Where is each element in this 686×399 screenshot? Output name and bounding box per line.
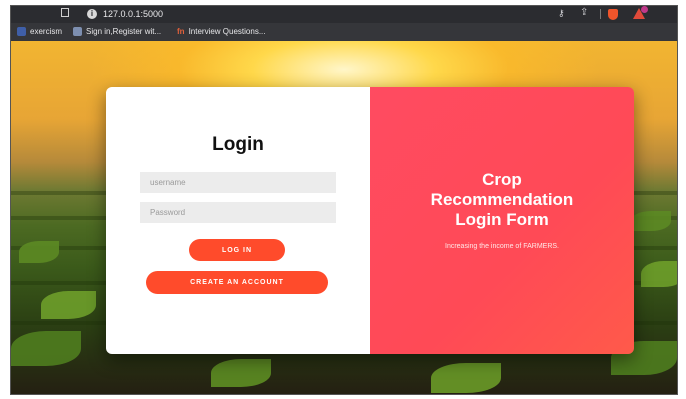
brave-shield-icon[interactable] xyxy=(608,9,618,20)
login-button[interactable]: LOG IN xyxy=(189,239,285,261)
browser-window: i 127.0.0.1:5000 ⚷ ⇪ exercism Sign in,Re… xyxy=(10,5,678,395)
hero-title-line: Crop xyxy=(482,170,522,189)
toolbar-divider xyxy=(600,9,601,19)
bookmarks-bar: exercism Sign in,Register wit... fn Inte… xyxy=(11,23,677,41)
tab-overview-icon[interactable] xyxy=(61,8,69,17)
bookmark-interview-questions[interactable]: fn Interview Questions... xyxy=(177,27,265,36)
page-background: Login LOG IN CREATE AN ACCOUNT Crop Reco… xyxy=(11,41,677,394)
interview-site-icon: fn xyxy=(177,27,185,36)
login-panel: Login LOG IN CREATE AN ACCOUNT xyxy=(106,87,370,354)
hero-title-line: Recommendation xyxy=(430,190,574,209)
leaf xyxy=(211,359,271,387)
hero-panel: Crop Recommendation Login Form Increasin… xyxy=(370,87,634,354)
bookmark-exercism[interactable]: exercism xyxy=(17,27,62,36)
username-input[interactable] xyxy=(140,172,336,193)
url-text[interactable]: 127.0.0.1:5000 xyxy=(103,9,163,19)
site-info-icon[interactable]: i xyxy=(87,9,97,19)
hero-subtitle: Increasing the income of FARMERS. xyxy=(445,243,559,250)
leaf xyxy=(631,211,671,231)
login-card: Login LOG IN CREATE AN ACCOUNT Crop Reco… xyxy=(106,87,634,354)
address-bar: i 127.0.0.1:5000 ⚷ ⇪ xyxy=(11,6,677,23)
hero-title: Crop Recommendation Login Form xyxy=(370,170,634,230)
leaf xyxy=(11,331,81,366)
login-title: Login xyxy=(212,134,264,155)
key-icon[interactable]: ⚷ xyxy=(558,8,565,19)
password-input[interactable] xyxy=(140,202,336,223)
bookmark-label: Interview Questions... xyxy=(188,27,266,36)
notification-badge xyxy=(641,6,648,13)
share-icon[interactable]: ⇪ xyxy=(580,7,588,18)
hero-title-line: Login Form xyxy=(455,210,549,229)
leaf xyxy=(19,241,59,263)
create-account-button[interactable]: CREATE AN ACCOUNT xyxy=(146,271,328,294)
leaf xyxy=(41,291,96,319)
leaf xyxy=(431,363,501,393)
bookmark-label: exercism xyxy=(30,27,63,36)
exercism-icon xyxy=(17,27,26,36)
bookmark-sign-in[interactable]: Sign in,Register wit... xyxy=(73,27,161,36)
leaf xyxy=(641,261,677,287)
bookmark-label: Sign in,Register wit... xyxy=(86,27,162,36)
bookmark-site-icon xyxy=(73,27,82,36)
